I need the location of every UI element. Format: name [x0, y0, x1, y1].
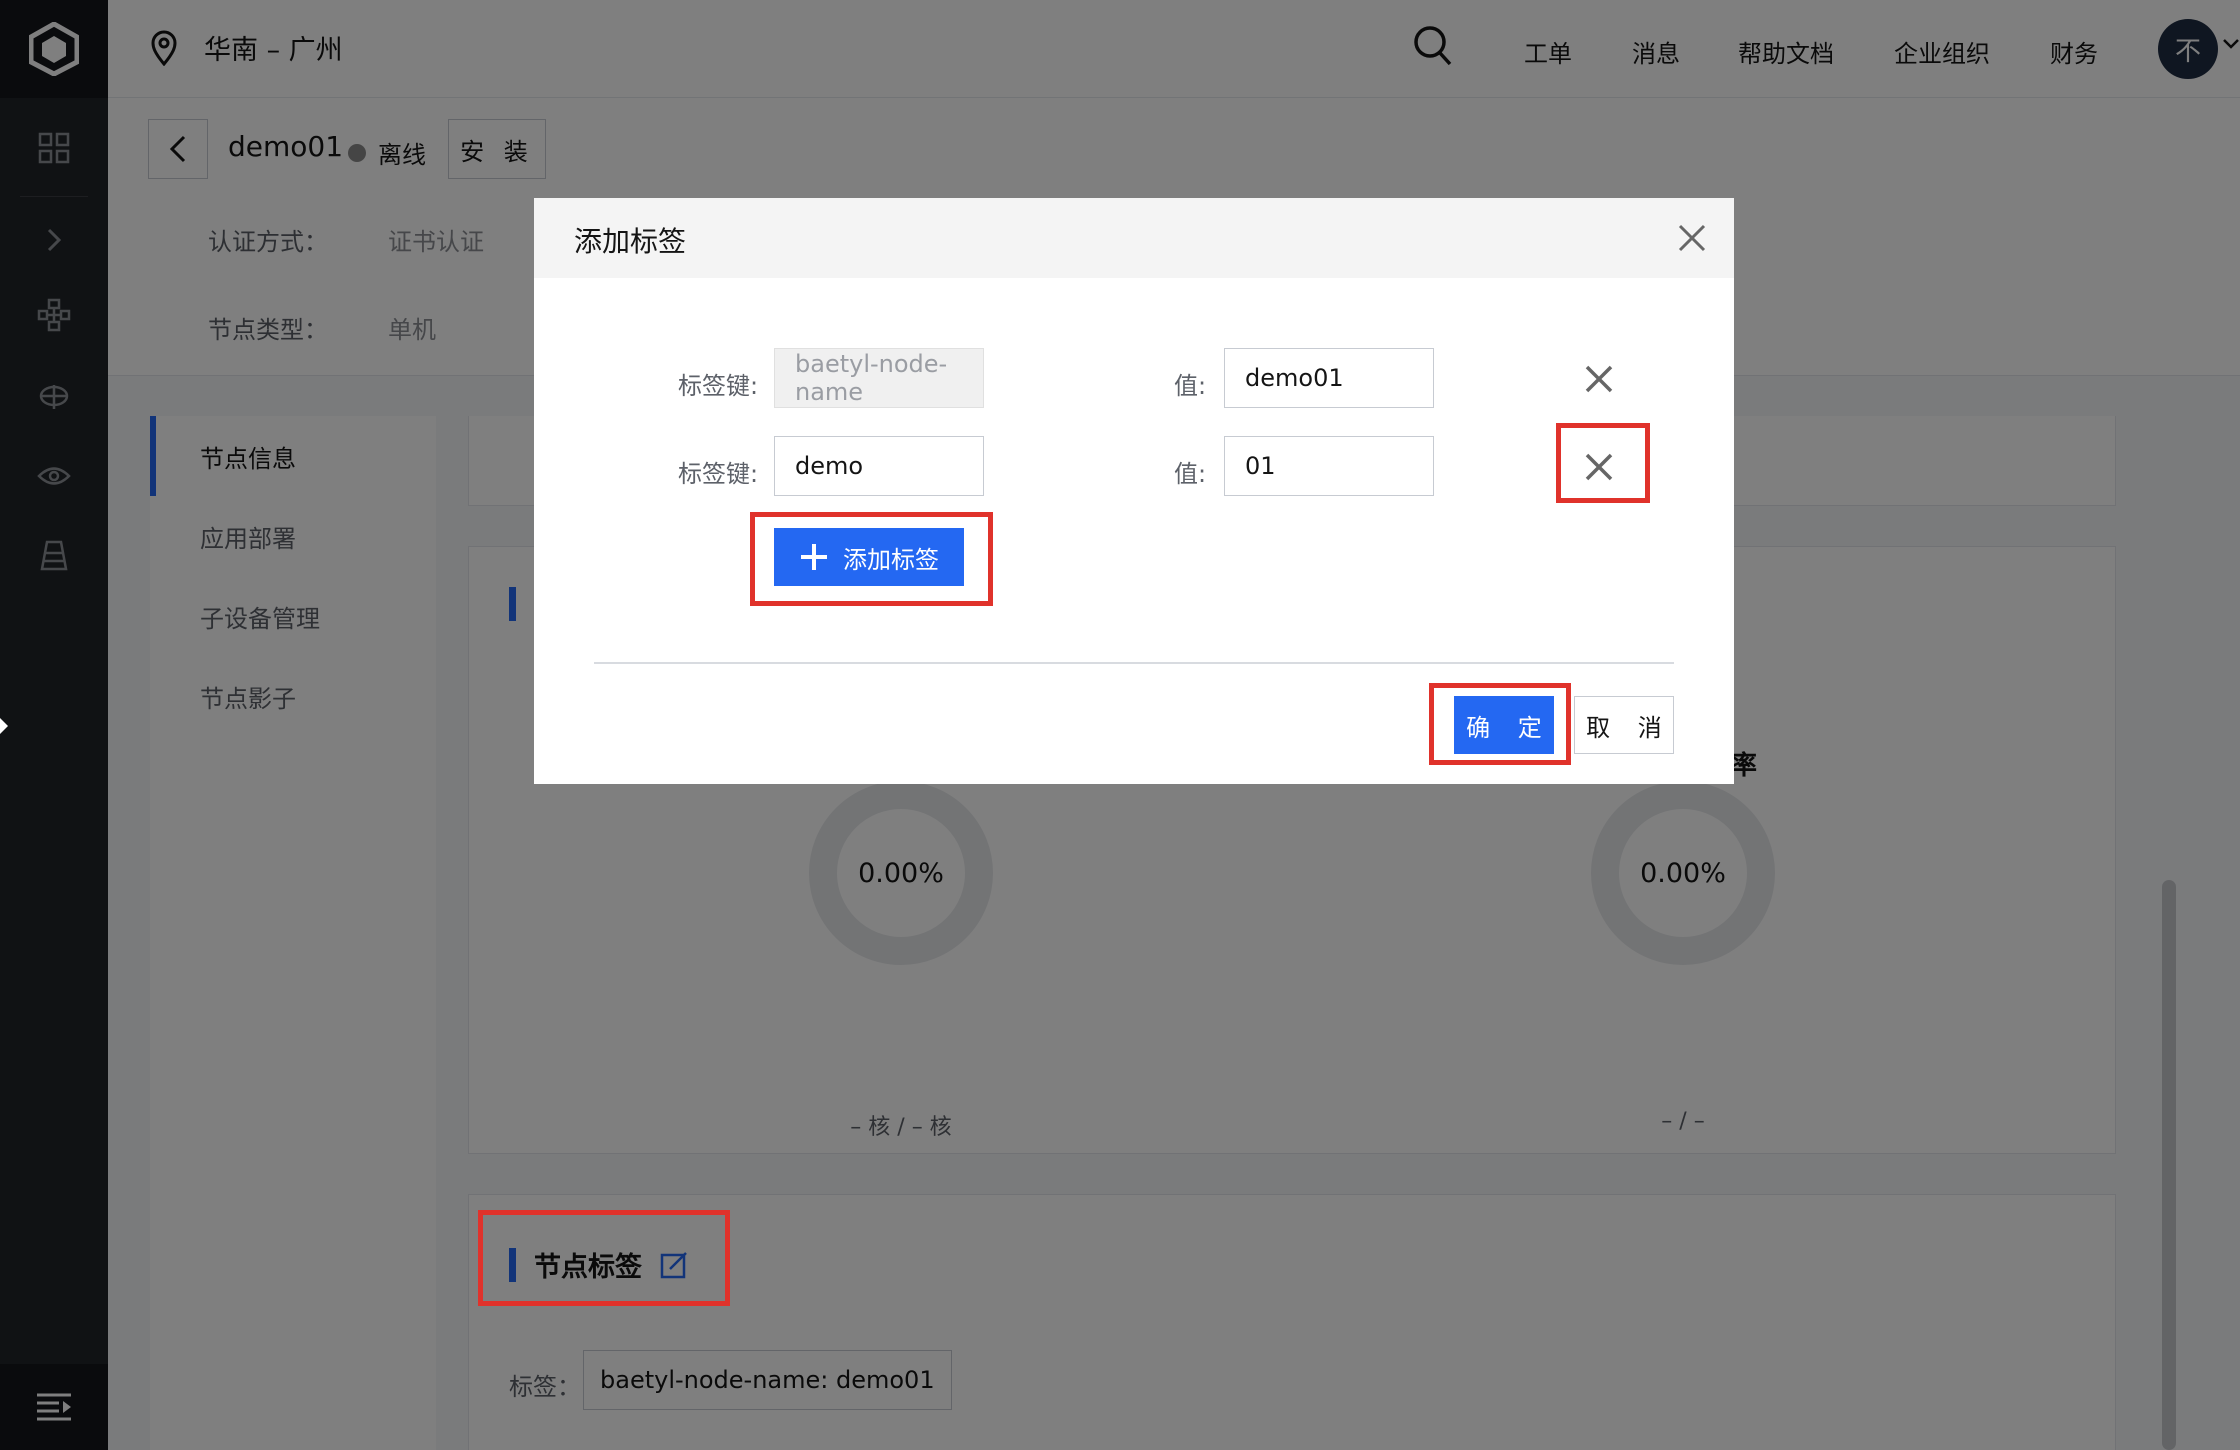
- delete-row-1-icon[interactable]: [1582, 362, 1616, 396]
- tag-key-input-2[interactable]: demo: [774, 436, 984, 496]
- edge-arrow: [0, 718, 8, 734]
- cancel-button[interactable]: 取 消: [1574, 696, 1674, 754]
- close-icon[interactable]: [1676, 222, 1708, 254]
- modal-header: 添加标签: [534, 198, 1734, 278]
- tag-value-label-1: 值:: [1174, 372, 1207, 400]
- tag-key-label-1: 标签键:: [678, 372, 759, 400]
- highlight-add-tag: [750, 512, 993, 606]
- tag-value-input-1[interactable]: demo01: [1224, 348, 1434, 408]
- highlight-node-tags: [478, 1210, 730, 1306]
- highlight-confirm: [1429, 683, 1571, 765]
- tag-key-label-2: 标签键:: [678, 460, 759, 488]
- highlight-delete-row: [1556, 423, 1650, 503]
- tag-value-input-2[interactable]: 01: [1224, 436, 1434, 496]
- tag-value-label-2: 值:: [1174, 460, 1207, 488]
- modal-divider: [594, 662, 1674, 664]
- tag-key-input-1: baetyl-node-name: [774, 348, 984, 408]
- modal-title: 添加标签: [574, 225, 687, 258]
